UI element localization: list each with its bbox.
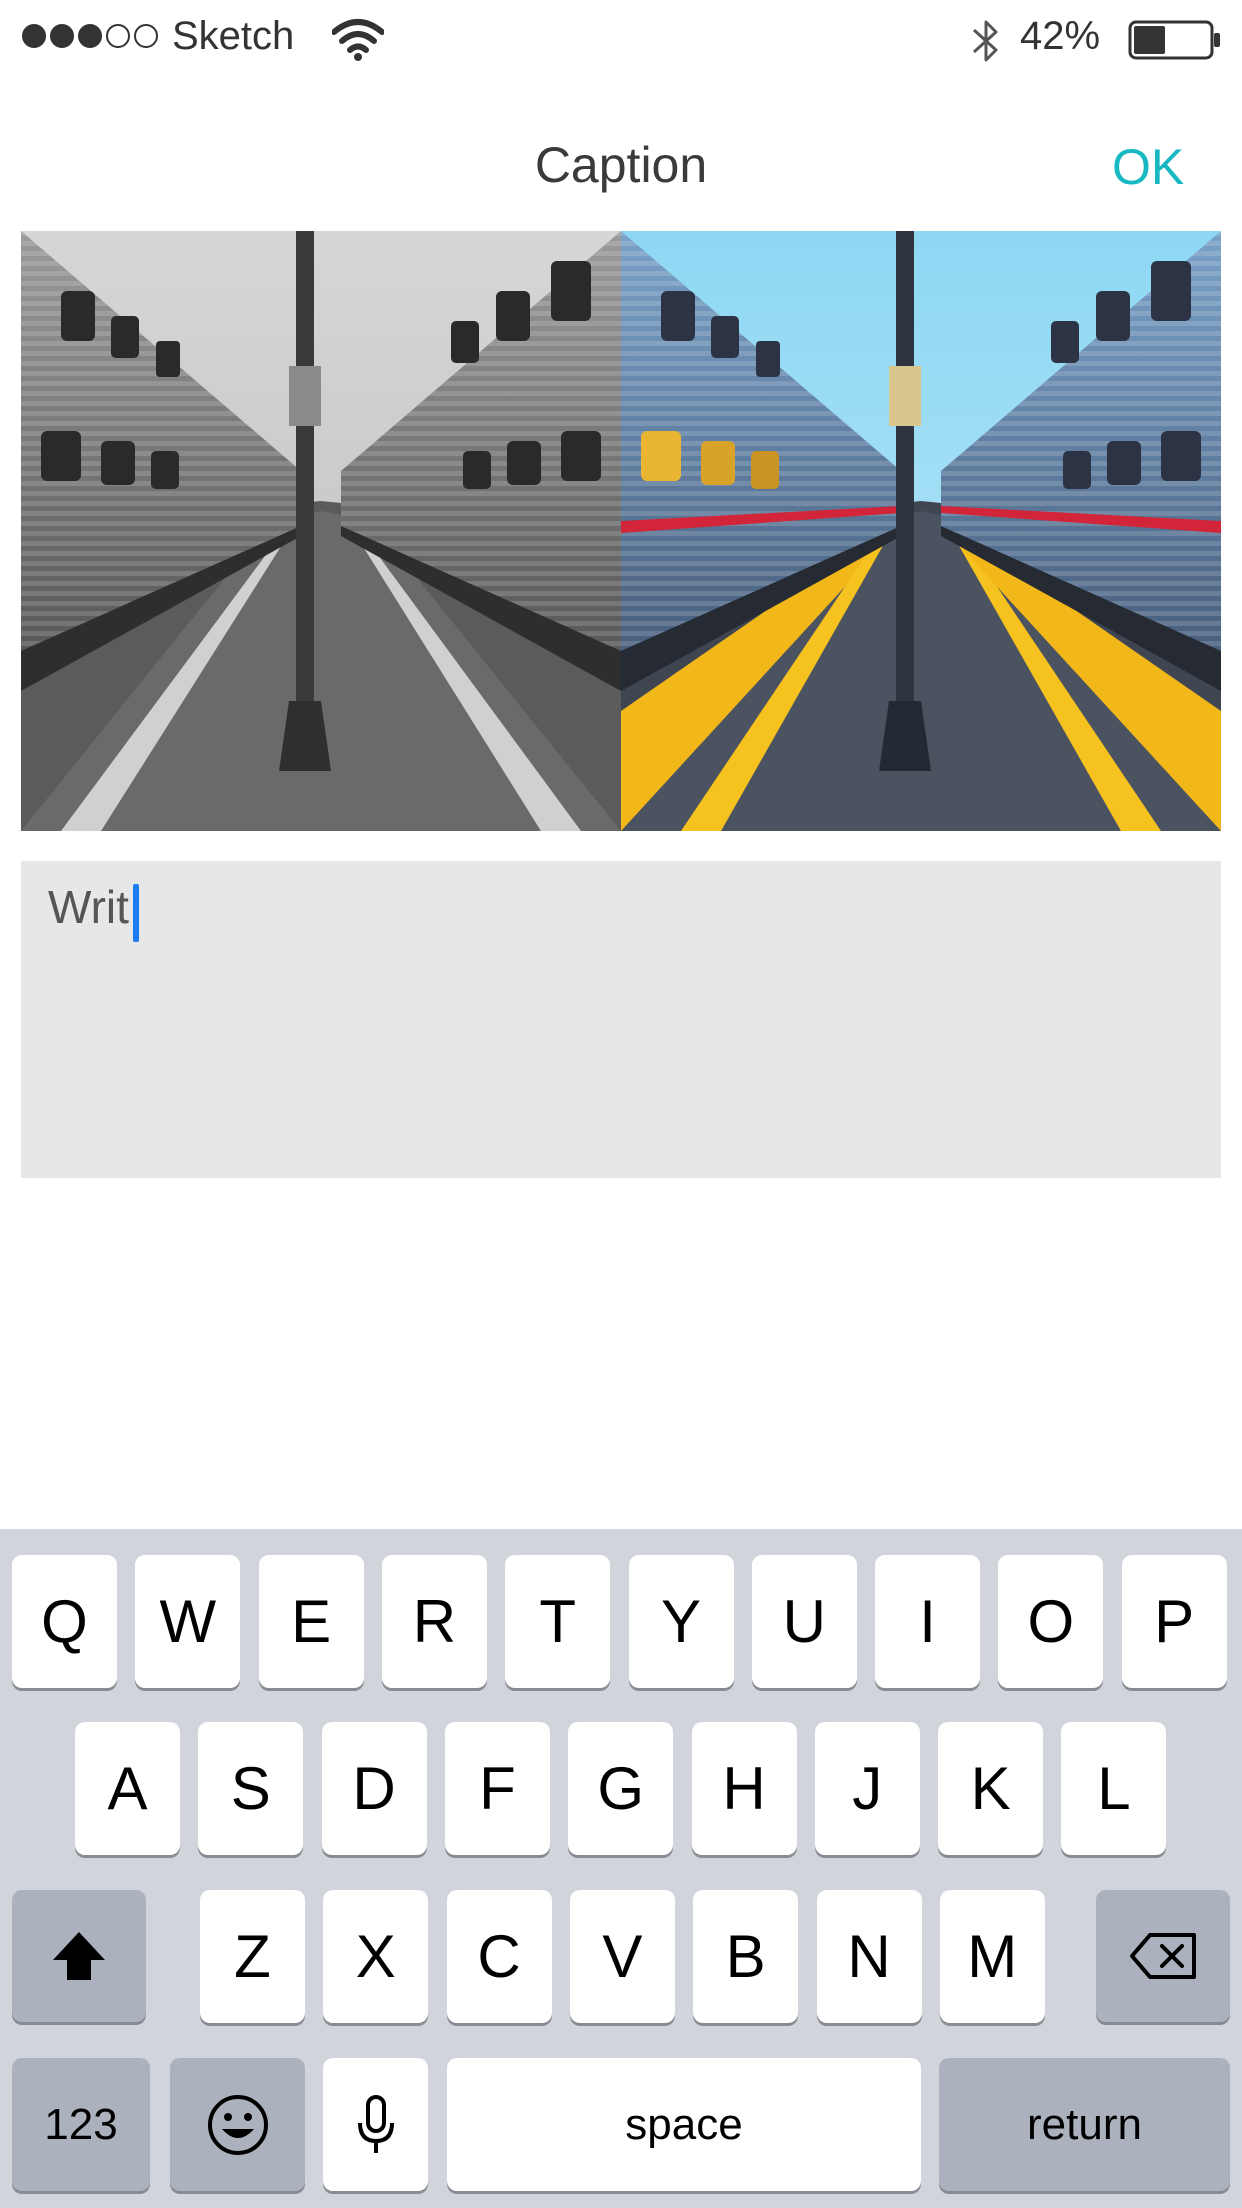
shift-key[interactable]: [12, 1890, 146, 2022]
key-label: L: [1097, 1755, 1131, 1822]
key-q[interactable]: Q: [12, 1555, 117, 1688]
key-n[interactable]: N: [816, 1890, 922, 2023]
key-label: G: [597, 1755, 645, 1822]
key-h[interactable]: H: [691, 1722, 797, 1855]
emoji-key[interactable]: [170, 2058, 305, 2191]
photo-preview: [21, 231, 1221, 831]
train-platform-photo: [21, 231, 1221, 831]
shift-arrow-icon: [53, 1932, 105, 1980]
key-l[interactable]: L: [1061, 1722, 1167, 1855]
key-label: N: [847, 1923, 891, 1990]
key-label: A: [107, 1755, 148, 1822]
battery-icon: [1128, 20, 1220, 60]
status-bar: Sketch 42%: [0, 0, 1242, 80]
key-g[interactable]: G: [568, 1722, 674, 1855]
key-label: S: [230, 1755, 271, 1822]
key-f[interactable]: F: [444, 1722, 550, 1855]
key-label: E: [291, 1588, 332, 1655]
key-p[interactable]: P: [1121, 1555, 1227, 1688]
signal-strength-icon: [22, 24, 158, 48]
key-label: Z: [234, 1923, 271, 1990]
ok-button[interactable]: OK: [1112, 138, 1184, 196]
page-title: Caption: [534, 137, 708, 193]
key-x[interactable]: X: [323, 1890, 429, 2023]
key-label: Y: [660, 1588, 702, 1655]
key-label: T: [539, 1588, 577, 1655]
key-v[interactable]: V: [569, 1890, 675, 2023]
key-label: W: [159, 1588, 217, 1655]
key-w[interactable]: W: [135, 1555, 241, 1688]
keyboard: Q W E R T Y U I O P A S D F G H J K L Z X C V B N M 123 space r…: [0, 1529, 1242, 2208]
key-d[interactable]: D: [321, 1722, 427, 1855]
key-s[interactable]: S: [198, 1722, 304, 1855]
battery-percentage: 42%: [1020, 14, 1101, 58]
numbers-key[interactable]: 123: [12, 2058, 150, 2191]
caption-input-text[interactable]: Writ: [48, 880, 129, 934]
key-label: X: [355, 1923, 396, 1990]
key-label: K: [970, 1755, 1011, 1822]
key-r[interactable]: R: [381, 1555, 487, 1688]
key-label: U: [782, 1588, 826, 1655]
key-j[interactable]: J: [814, 1722, 920, 1855]
key-label: V: [602, 1923, 643, 1990]
key-label: O: [1027, 1588, 1075, 1655]
key-label: P: [1154, 1588, 1195, 1655]
key-u[interactable]: U: [751, 1555, 857, 1688]
key-label: I: [919, 1588, 936, 1655]
key-label: M: [967, 1923, 1018, 1990]
key-b[interactable]: B: [693, 1890, 799, 2023]
key-label: F: [479, 1755, 516, 1822]
bluetooth-icon: [972, 20, 998, 62]
emoji-icon: [207, 2094, 268, 2155]
space-key[interactable]: space: [447, 2058, 921, 2191]
key-o[interactable]: O: [998, 1555, 1104, 1688]
key-i[interactable]: I: [875, 1555, 981, 1688]
key-label: C: [477, 1923, 521, 1990]
return-key[interactable]: return: [939, 2058, 1230, 2191]
backspace-key[interactable]: [1096, 1890, 1230, 2022]
key-label: R: [412, 1588, 457, 1655]
backspace-icon: [1130, 1933, 1196, 1979]
key-t[interactable]: T: [505, 1555, 611, 1688]
key-a[interactable]: A: [75, 1722, 180, 1855]
key-label: D: [352, 1755, 396, 1822]
key-label: Q: [41, 1588, 88, 1655]
key-z[interactable]: Z: [200, 1890, 305, 2023]
key-label: B: [725, 1923, 766, 1990]
key-y[interactable]: Y: [628, 1555, 734, 1688]
key-label: J: [852, 1755, 883, 1822]
text-cursor: [133, 884, 139, 942]
caption-input[interactable]: [21, 861, 1221, 1178]
key-label: H: [722, 1755, 766, 1822]
key-c[interactable]: C: [446, 1890, 552, 2023]
key-k[interactable]: K: [938, 1722, 1044, 1855]
wifi-icon: [332, 19, 384, 61]
microphone-icon: [357, 2094, 394, 2153]
key-e[interactable]: E: [258, 1555, 364, 1688]
key-m[interactable]: M: [939, 1890, 1045, 2023]
carrier-name: Sketch: [172, 14, 295, 58]
dictation-key[interactable]: [323, 2058, 428, 2191]
